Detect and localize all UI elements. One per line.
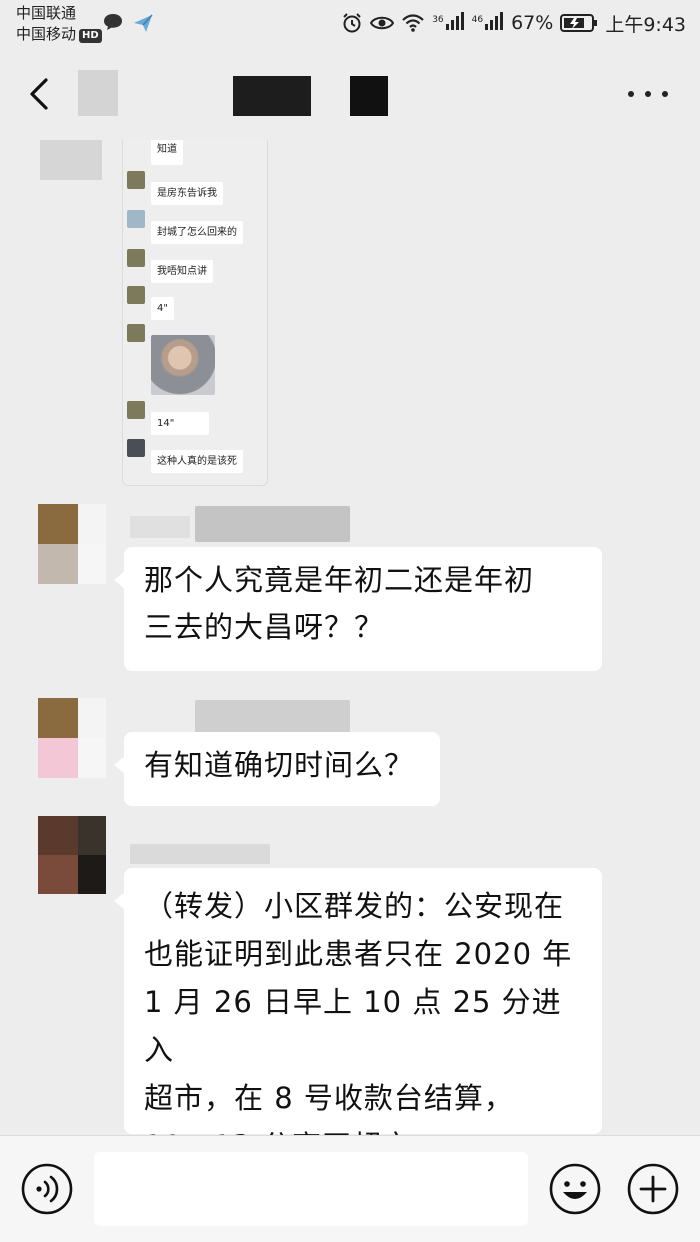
message-text-line: 超市，在 8 号收款台结算， bbox=[144, 1081, 514, 1115]
avatar bbox=[127, 324, 145, 342]
input-bar bbox=[0, 1135, 700, 1242]
message-text-line: 1 月 26 日早上 10 点 25 分进入 bbox=[144, 985, 562, 1067]
avatar[interactable] bbox=[38, 504, 106, 584]
status-bar: 中国联通 中国移动 HD 36 46 67% 上午9:43 bbox=[0, 0, 700, 48]
clock-time: 上午9:43 bbox=[605, 13, 686, 36]
sender-name-redaction bbox=[195, 506, 350, 542]
screenshot-bubble: 是房东告诉我 bbox=[151, 182, 223, 205]
avatar bbox=[127, 171, 145, 189]
sender-name-redaction bbox=[130, 844, 270, 864]
more-icon[interactable] bbox=[628, 80, 668, 108]
message-bubble[interactable]: 有知道确切时间么？ bbox=[114, 732, 440, 806]
send-arrow-notification-icon bbox=[134, 14, 153, 32]
chat-title-redaction bbox=[233, 76, 311, 116]
avatar bbox=[127, 210, 145, 228]
carrier-2-label: 中国移动 bbox=[16, 25, 77, 43]
message-input[interactable] bbox=[94, 1152, 528, 1226]
sender-name-redaction bbox=[130, 516, 190, 538]
carrier-1: 中国联通 bbox=[16, 4, 77, 22]
avatar[interactable] bbox=[38, 698, 106, 778]
message-bubble[interactable]: 那个人究竟是年初二还是年初 三去的大昌呀？？ bbox=[114, 547, 602, 671]
message-bubble[interactable]: （转发）小区群发的：公安现在 也能证明到此患者只在 2020 年 1 月 26 … bbox=[114, 868, 602, 1135]
alarm-icon bbox=[343, 13, 361, 33]
chat-title-bar bbox=[0, 48, 700, 140]
screenshot-bubble: 知道 bbox=[151, 140, 183, 165]
image-message-screenshot[interactable]: 知道 是房东告诉我 封城了怎么回来的 我唔知点讲 4" 14" 这种人真的是该死 bbox=[122, 140, 268, 486]
status-icons: 36 46 67% 上午9:43 bbox=[341, 10, 686, 36]
wifi-icon bbox=[402, 14, 424, 32]
chat-notification-icon bbox=[104, 14, 122, 30]
screenshot-voice-bubble: 4" bbox=[151, 297, 174, 320]
eye-icon bbox=[370, 16, 395, 30]
avatar bbox=[127, 439, 145, 457]
plus-icon[interactable] bbox=[626, 1162, 680, 1216]
carrier-2: 中国移动 HD bbox=[16, 25, 102, 43]
message-text-line: （转发）小区群发的：公安现在 bbox=[144, 889, 565, 923]
avatar[interactable] bbox=[38, 816, 106, 894]
screenshot-bubble: 封城了怎么回来的 bbox=[151, 221, 243, 244]
avatar bbox=[127, 249, 145, 267]
message-text: 有知道确切时间么？ bbox=[144, 748, 415, 782]
avatar-redaction bbox=[40, 140, 102, 180]
network-type-2: 46 bbox=[471, 14, 484, 25]
voice-icon[interactable] bbox=[20, 1162, 74, 1216]
screenshot-bubble: 我唔知点讲 bbox=[151, 260, 213, 283]
emoji-icon[interactable] bbox=[548, 1162, 602, 1216]
message-text-line: 那个人究竟是年初二还是年初 bbox=[144, 563, 535, 597]
baby-photo-image bbox=[151, 335, 215, 395]
signal-bars-icon bbox=[445, 11, 464, 30]
network-type-1: 36 bbox=[432, 14, 444, 25]
sender-name-redaction bbox=[195, 700, 350, 734]
battery-percent: 67% bbox=[511, 12, 554, 34]
avatar bbox=[127, 401, 145, 419]
chevron-left-icon[interactable] bbox=[22, 76, 58, 112]
avatar bbox=[127, 286, 145, 304]
signal-1: 36 bbox=[432, 11, 464, 35]
message-text-line: 三去的大昌呀？？ bbox=[144, 610, 385, 644]
screenshot-voice-bubble: 14" bbox=[151, 412, 209, 435]
chat-title-redaction bbox=[350, 76, 388, 116]
hd-badge: HD bbox=[79, 29, 102, 43]
message-text-line: 11：13 分离开超市。 bbox=[144, 1122, 582, 1135]
battery-icon bbox=[560, 14, 598, 32]
message-text-line: 也能证明到此患者只在 2020 年 bbox=[144, 937, 573, 971]
screenshot-bubble: 这种人真的是该死 bbox=[151, 450, 243, 473]
message-list[interactable]: 知道 是房东告诉我 封城了怎么回来的 我唔知点讲 4" 14" 这种人真的是该死… bbox=[0, 140, 700, 1135]
signal-2: 46 bbox=[471, 11, 504, 35]
signal-bars-icon bbox=[485, 11, 504, 30]
chat-title-redaction bbox=[78, 70, 118, 116]
